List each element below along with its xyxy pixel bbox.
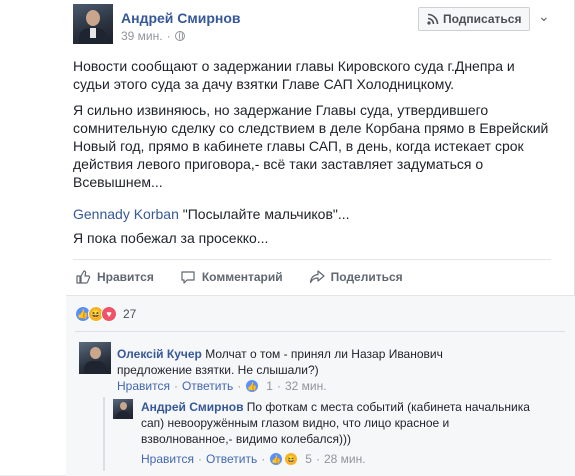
comment-author[interactable]: Олексій Кучер: [117, 347, 202, 361]
comment-body: Олексій Кучер Молчат о том - принял ли Н…: [117, 346, 517, 378]
post-paragraph-2: Я сильно извиняюсь, но задержание Главы …: [73, 102, 549, 190]
globe-icon: [174, 31, 185, 41]
post-author-name[interactable]: Андрей Смирнов: [121, 10, 241, 26]
subscribe-label: Подписаться: [443, 12, 522, 26]
post-header: Андрей Смирнов 39 мин. · Подписаться ⌄: [73, 4, 563, 48]
subscribe-button[interactable]: Подписаться: [418, 7, 531, 31]
share-label: Поделиться: [330, 270, 403, 284]
comment-reaction-count[interactable]: 1: [266, 379, 273, 393]
reply-reply-link[interactable]: Ответить: [206, 452, 257, 466]
post-actions-bar: Нравится Комментарий Поделиться: [73, 259, 551, 294]
haha-reaction-icon: 😆: [284, 452, 299, 466]
chevron-down-icon[interactable]: ⌄: [538, 8, 550, 25]
post-card: Андрей Смирнов 39 мин. · Подписаться ⌄ Н…: [0, 0, 575, 476]
comment-reply-link[interactable]: Ответить: [182, 379, 233, 393]
reply-author[interactable]: Андрей Смирнов: [141, 400, 243, 414]
share-icon: [309, 270, 325, 284]
comment-label: Комментарий: [201, 270, 283, 284]
author-avatar[interactable]: [73, 4, 113, 44]
reply-like-link[interactable]: Нравится: [141, 452, 194, 466]
reply-timestamp[interactable]: 28 мин.: [324, 452, 366, 466]
post-paragraph-1: Новости сообщают о задержании главы Киро…: [73, 58, 515, 92]
divider: [75, 331, 565, 332]
commenter-avatar[interactable]: [79, 342, 111, 374]
post-timestamp[interactable]: 39 мин.: [121, 29, 163, 43]
reactions-summary[interactable]: 👍 😆 ♥ 27: [75, 306, 136, 322]
like-label: Нравится: [97, 270, 154, 284]
separator-dot: ·: [166, 29, 171, 43]
mention-link[interactable]: Gennady Korban: [73, 206, 179, 222]
comments-section: 👍 😆 ♥ 27 Олексій Кучер Молчат о том - пр…: [66, 295, 575, 476]
comment-timestamp[interactable]: 32 мин.: [285, 379, 327, 393]
like-reaction-icon: 👍: [245, 379, 260, 393]
reply-avatar[interactable]: [113, 399, 133, 419]
reaction-count: 27: [123, 307, 137, 321]
reply-reaction-count[interactable]: 5: [305, 452, 312, 466]
rss-icon: [427, 13, 439, 25]
comment-meta: Нравится · Ответить · 👍 1 · 32 мин.: [117, 379, 327, 393]
like-icon: [76, 270, 91, 284]
post-paragraph-3: Gennady Korban "Посылайте мальчиков"...: [73, 205, 553, 223]
share-button[interactable]: Поделиться: [307, 269, 403, 285]
post-meta: 39 мин. ·: [121, 29, 185, 43]
reply-thread-line: [103, 397, 105, 471]
like-button[interactable]: Нравится: [73, 269, 154, 285]
comment-like-link[interactable]: Нравится: [117, 379, 170, 393]
post-paragraph-4: Я пока побежал за просекко...: [73, 230, 269, 246]
like-reaction-icon: 👍: [269, 452, 284, 466]
comment-icon: [181, 271, 195, 284]
love-reaction-icon: ♥: [101, 306, 117, 322]
reply-body: Андрей Смирнов По фоткам с места событий…: [141, 399, 541, 447]
reply-meta: Нравится · Ответить · 👍 😆 5 · 28 мин.: [141, 452, 366, 466]
mention-quote: "Посылайте мальчиков"...: [178, 206, 350, 222]
comment-button[interactable]: Комментарий: [178, 269, 283, 285]
